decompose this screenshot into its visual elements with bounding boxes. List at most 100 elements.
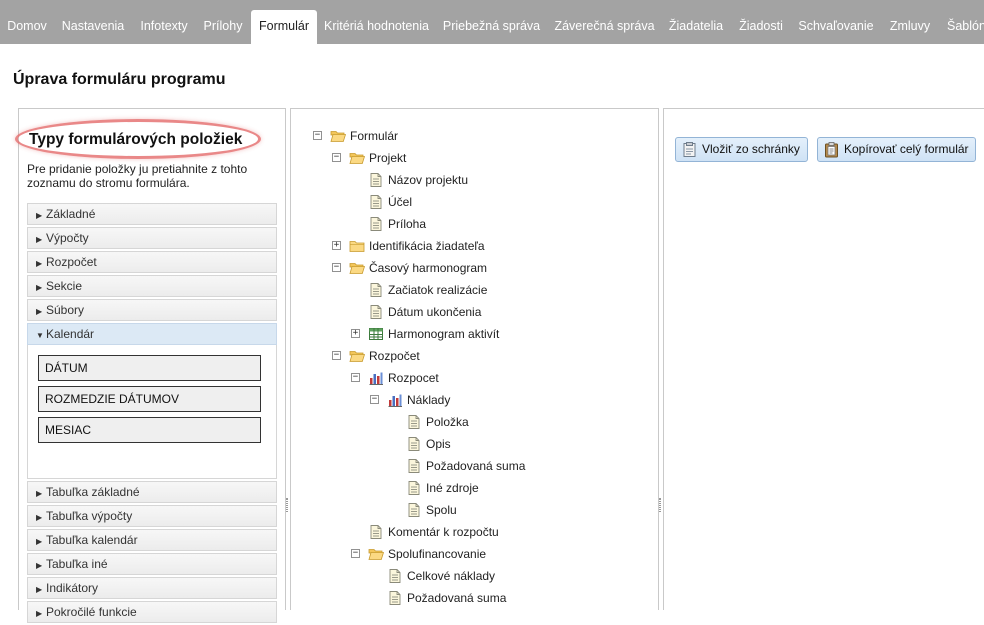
- section-rozpocet[interactable]: ▶ Rozpočet: [27, 251, 277, 273]
- section-label: Tabuľka základné: [46, 485, 140, 499]
- section-label: Tabuľka výpočty: [46, 509, 133, 523]
- tree-node-label[interactable]: Príloha: [388, 214, 426, 234]
- tree-node-label[interactable]: Požadovaná suma: [426, 456, 525, 476]
- caret-right-icon: ▶: [36, 259, 43, 268]
- tab-ziadosti[interactable]: Žiadosti: [732, 10, 790, 44]
- section-tabulka-kalendar[interactable]: ▶ Tabuľka kalendár: [27, 529, 277, 551]
- tree-node-label[interactable]: Rozpocet: [388, 368, 439, 388]
- collapse-toggle-icon[interactable]: −: [313, 131, 322, 140]
- tree-node-label[interactable]: Položka: [426, 412, 469, 432]
- copy-button-label: Kopírovať celý formulár: [844, 142, 969, 156]
- folder-open-icon: [349, 348, 366, 364]
- caret-right-icon: ▶: [36, 307, 43, 316]
- caret-right-icon: ▶: [36, 513, 43, 522]
- collapse-toggle-icon[interactable]: −: [351, 373, 360, 382]
- section-tabulka-vypocty[interactable]: ▶ Tabuľka výpočty: [27, 505, 277, 527]
- form-tree-panel: − Formulár − Projekt Názov projektu Účel Prílo…: [290, 108, 659, 610]
- tree-node-label[interactable]: Identifikácia žiadateľa: [369, 236, 485, 256]
- tree-node-label[interactable]: Spolufinancovanie: [388, 544, 486, 564]
- section-sekcie[interactable]: ▶ Sekcie: [27, 275, 277, 297]
- document-icon: [406, 436, 422, 452]
- document-icon: [368, 282, 384, 298]
- expand-toggle-icon[interactable]: +: [332, 241, 341, 250]
- bar-chart-icon: [387, 392, 403, 408]
- caret-right-icon: ▶: [36, 235, 43, 244]
- document-icon: [368, 524, 384, 540]
- folder-open-icon: [349, 150, 366, 166]
- draggable-item-mesiac[interactable]: MESIAC: [38, 417, 261, 443]
- tab-sablony[interactable]: Šablón: [940, 10, 984, 44]
- caret-right-icon: ▶: [36, 489, 43, 498]
- collapse-toggle-icon[interactable]: −: [332, 351, 341, 360]
- tab-domov[interactable]: Domov: [0, 10, 54, 44]
- tree-node-label[interactable]: Požadovaná suma: [407, 588, 506, 608]
- tree-node-label[interactable]: Dátum ukončenia: [388, 302, 481, 322]
- tab-infotexty[interactable]: Infotexty: [133, 10, 195, 44]
- caret-right-icon: ▶: [36, 561, 43, 570]
- section-subory[interactable]: ▶ Súbory: [27, 299, 277, 321]
- section-pokrocile-funkcie[interactable]: ▶ Pokročilé funkcie: [27, 601, 277, 623]
- document-icon: [368, 172, 384, 188]
- document-icon: [368, 194, 384, 210]
- document-icon: [406, 480, 422, 496]
- main-navigation: Domov Nastavenia Infotexty Prílohy Formu…: [0, 0, 984, 44]
- tree-node-label[interactable]: Opis: [426, 434, 451, 454]
- section-vypocty[interactable]: ▶ Výpočty: [27, 227, 277, 249]
- tab-prilohy[interactable]: Prílohy: [197, 10, 249, 44]
- item-types-title: Typy formulárových položiek: [29, 131, 243, 148]
- clipboard-copy-icon: [825, 142, 838, 158]
- tree-node-label[interactable]: Celkové náklady: [407, 566, 495, 586]
- tab-zmluvy[interactable]: Zmluvy: [882, 10, 938, 44]
- folder-open-icon: [330, 128, 347, 144]
- tree-node-label[interactable]: Iné zdroje: [426, 478, 479, 498]
- tree-node-label[interactable]: Rozpočet: [369, 346, 420, 366]
- tab-ziadatelia[interactable]: Žiadatelia: [662, 10, 730, 44]
- section-label: Rozpočet: [46, 255, 97, 269]
- collapse-toggle-icon[interactable]: −: [332, 153, 341, 162]
- tab-kriteria-hodnotenia[interactable]: Kritériá hodnotenia: [319, 10, 434, 44]
- panel-splitter-handle[interactable]: [659, 498, 661, 512]
- collapse-toggle-icon[interactable]: −: [370, 395, 379, 404]
- tab-zaverecna-sprava[interactable]: Záverečná správa: [549, 10, 660, 44]
- collapse-toggle-icon[interactable]: −: [332, 263, 341, 272]
- tab-priebezna-sprava[interactable]: Priebežná správa: [436, 10, 547, 44]
- tree-node-label[interactable]: Časový harmonogram: [369, 258, 487, 278]
- section-label: Tabuľka kalendár: [46, 533, 138, 547]
- tab-formular[interactable]: Formulár: [251, 10, 317, 44]
- section-kalendar[interactable]: ▼ Kalendár: [27, 323, 277, 345]
- form-actions-panel: Vložiť zo schránky Kopírovať celý formul…: [663, 108, 984, 610]
- caret-down-icon: ▼: [36, 331, 44, 340]
- tree-node-label[interactable]: Komentár k rozpočtu: [388, 522, 499, 542]
- document-icon: [368, 304, 384, 320]
- item-types-panel: Typy formulárových položiek Pre pridanie…: [15, 108, 286, 623]
- tree-node-label[interactable]: Formulár: [350, 126, 398, 146]
- tree-node-label[interactable]: Začiatok realizácie: [388, 280, 487, 300]
- panel-splitter-handle[interactable]: [286, 498, 288, 512]
- section-tabulka-ine[interactable]: ▶ Tabuľka iné: [27, 553, 277, 575]
- section-tabulka-zakladne[interactable]: ▶ Tabuľka základné: [27, 481, 277, 503]
- section-indikatory[interactable]: ▶ Indikátory: [27, 577, 277, 599]
- section-zakladne[interactable]: ▶ Základné: [27, 203, 277, 225]
- expand-toggle-icon[interactable]: +: [351, 329, 360, 338]
- caret-right-icon: ▶: [36, 537, 43, 546]
- tree-node-label[interactable]: Účel: [388, 192, 412, 212]
- draggable-item-datum[interactable]: DÁTUM: [38, 355, 261, 381]
- tab-nastavenia[interactable]: Nastavenia: [55, 10, 131, 44]
- tree-node-label[interactable]: Názov projektu: [388, 170, 468, 190]
- tree-node-label[interactable]: Harmonogram aktivít: [388, 324, 499, 344]
- document-icon: [387, 568, 403, 584]
- table-icon: [368, 326, 384, 342]
- copy-whole-form-button[interactable]: Kopírovať celý formulár: [817, 137, 976, 162]
- caret-right-icon: ▶: [36, 283, 43, 292]
- clipboard-icon: [683, 142, 696, 157]
- document-icon: [368, 216, 384, 232]
- tab-schvalovanie[interactable]: Schvaľovanie: [792, 10, 880, 44]
- paste-from-clipboard-button[interactable]: Vložiť zo schránky: [675, 137, 808, 162]
- tree-node-label[interactable]: Náklady: [407, 390, 450, 410]
- draggable-item-rozmedzie-datumov[interactable]: ROZMEDZIE DÁTUMOV: [38, 386, 261, 412]
- tree-node-label[interactable]: Spolu: [426, 500, 457, 520]
- paste-button-label: Vložiť zo schránky: [702, 142, 800, 156]
- collapse-toggle-icon[interactable]: −: [351, 549, 360, 558]
- item-types-accordion: ▶ Základné ▶ Výpočty ▶ Rozpočet ▶ Sekcie ▶ Sú…: [27, 203, 277, 625]
- tree-node-label[interactable]: Projekt: [369, 148, 406, 168]
